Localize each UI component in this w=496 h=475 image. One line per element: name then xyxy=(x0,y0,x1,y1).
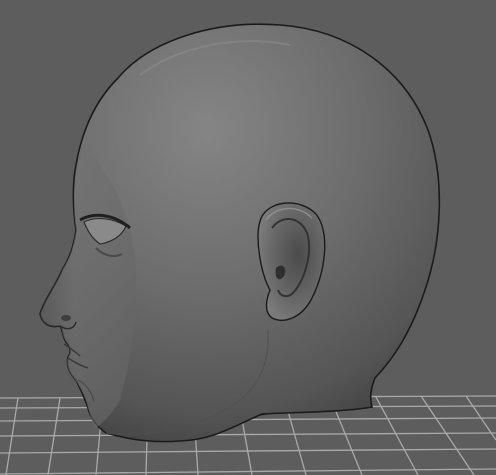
nostril xyxy=(61,315,71,321)
3d-viewport[interactable] xyxy=(0,0,496,475)
viewport-canvas[interactable] xyxy=(0,0,496,475)
